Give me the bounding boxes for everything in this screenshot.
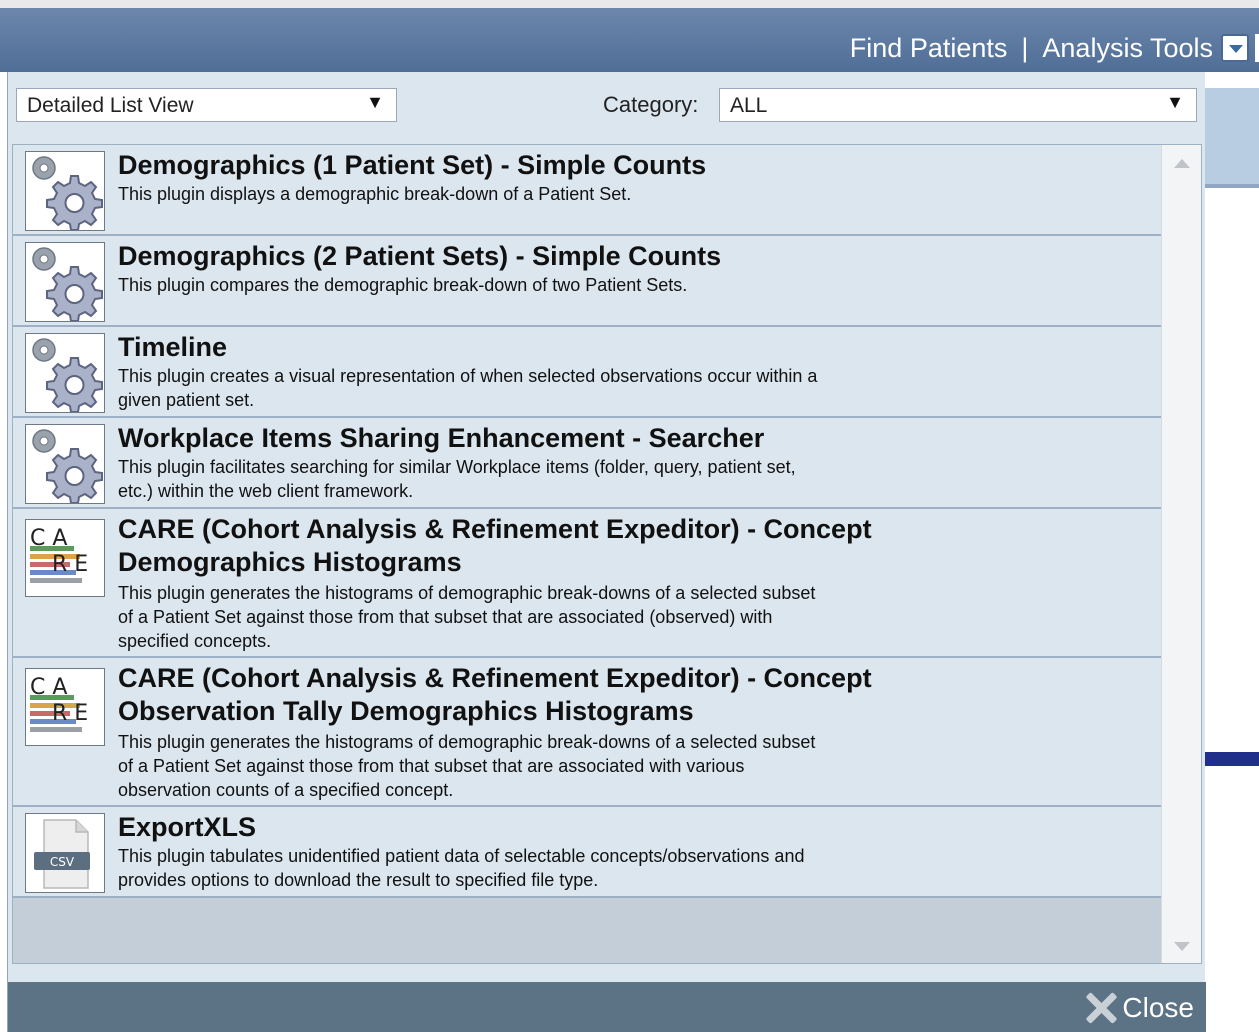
description-line: etc.) within the web client framework.	[118, 481, 414, 501]
analysis-tools-dialog: Detailed List View ▼ Category: ALL ▼ Dem…	[7, 72, 1206, 1032]
title-line: Demographics Histograms	[118, 547, 462, 577]
description-line: This plugin generates the histograms of …	[118, 583, 816, 603]
background-panel	[1205, 88, 1259, 188]
dialog-footer: Close	[8, 982, 1206, 1032]
care-icon-text-bottom: R E	[52, 701, 89, 726]
plugin-description: This plugin generates the histograms of …	[118, 581, 1068, 653]
scroll-down-arrow[interactable]	[1174, 942, 1190, 951]
plugin-item[interactable]: Demographics (1 Patient Set) - Simple Co…	[13, 145, 1161, 236]
plugin-description: This plugin generates the histograms of …	[118, 730, 1068, 802]
plugin-title: Workplace Items Sharing Enhancement - Se…	[118, 423, 765, 453]
chevron-down-icon: ▼	[366, 92, 384, 112]
plugin-item[interactable]: C A R E CARE (Cohort Analysis & Refineme…	[13, 658, 1161, 807]
plugin-title: ExportXLS	[118, 812, 257, 842]
title-line: CARE (Cohort Analysis & Refinement Exped…	[118, 514, 872, 544]
chevron-down-icon[interactable]	[1221, 34, 1249, 62]
description-line: provides options to download the result …	[118, 870, 599, 890]
close-icon	[1084, 991, 1118, 1025]
close-button[interactable]: Close	[1084, 990, 1194, 1026]
category-select[interactable]: ALL ▼	[719, 88, 1197, 122]
description-line: specified concepts.	[118, 631, 272, 651]
plugin-title: Demographics (1 Patient Set) - Simple Co…	[118, 150, 707, 180]
close-label: Close	[1122, 992, 1194, 1023]
gear-icon	[25, 242, 105, 322]
background-bar	[1205, 752, 1259, 766]
description-line: This plugin creates a visual representat…	[118, 366, 818, 386]
list-scrollbar[interactable]	[1161, 145, 1201, 963]
controls-bar: Detailed List View ▼ Category: ALL ▼	[8, 72, 1206, 138]
plugin-title: CARE (Cohort Analysis & Refinement Exped…	[118, 662, 1138, 728]
view-select-value: Detailed List View	[27, 94, 194, 117]
plugin-list-container: Demographics (1 Patient Set) - Simple Co…	[12, 144, 1202, 964]
description-line: observation counts of a specified concep…	[118, 780, 454, 800]
scroll-up-arrow[interactable]	[1174, 159, 1190, 168]
plugin-description: This plugin compares the demographic bre…	[118, 273, 1068, 297]
plugin-title: Demographics (2 Patient Sets) - Simple C…	[118, 241, 722, 271]
category-label: Category:	[603, 92, 699, 117]
top-nav: Find Patients | Analysis Tools	[850, 16, 1259, 80]
gear-icon	[25, 333, 105, 413]
plugin-title: Timeline	[118, 332, 228, 362]
care-icon: C A R E	[25, 519, 105, 597]
csv-icon: CSV	[25, 813, 105, 893]
plugin-description: This plugin creates a visual representat…	[118, 364, 1068, 412]
description-line: This plugin facilitates searching for si…	[118, 457, 796, 477]
plugin-description: This plugin displays a demographic break…	[118, 182, 1068, 206]
plugin-item[interactable]: C A R E CARE (Cohort Analysis & Refineme…	[13, 509, 1161, 658]
description-line: of a Patient Set against those from that…	[118, 607, 773, 627]
care-icon-text-bottom: R E	[52, 552, 89, 577]
category-select-value: ALL	[730, 94, 768, 117]
plugin-description: This plugin tabulates unidentified patie…	[118, 844, 1068, 892]
plugin-title: CARE (Cohort Analysis & Refinement Exped…	[118, 513, 1138, 579]
plugin-item[interactable]: Demographics (2 Patient Sets) - Simple C…	[13, 236, 1161, 327]
plugin-item[interactable]: CSV ExportXLS This plugin tabulates unid…	[13, 807, 1161, 898]
title-line: Observation Tally Demographics Histogram…	[118, 696, 694, 726]
description-line: This plugin tabulates unidentified patie…	[118, 846, 805, 866]
gear-icon	[25, 424, 105, 504]
care-icon-text-top: C A	[30, 675, 68, 700]
chevron-down-icon: ▼	[1166, 92, 1184, 112]
care-icon: C A R E	[25, 668, 105, 746]
description-line: of a Patient Set against those from that…	[118, 756, 745, 776]
plugin-item[interactable]: Timeline This plugin creates a visual re…	[13, 327, 1161, 418]
plugin-item[interactable]: Workplace Items Sharing Enhancement - Se…	[13, 418, 1161, 509]
description-line: This plugin generates the histograms of …	[118, 732, 816, 752]
description-line: given patient set.	[118, 390, 255, 410]
description-line: This plugin compares the demographic bre…	[118, 275, 688, 295]
analysis-tools-link[interactable]: Analysis Tools	[1042, 33, 1213, 64]
plugin-description: This plugin facilitates searching for si…	[118, 455, 1068, 503]
description-line: This plugin displays a demographic break…	[118, 184, 632, 204]
nav-edge	[1255, 34, 1259, 62]
care-icon-text-top: C A	[30, 526, 68, 551]
top-nav-bar: Find Patients | Analysis Tools	[0, 0, 1259, 72]
csv-icon-label: CSV	[50, 855, 75, 869]
plugin-list: Demographics (1 Patient Set) - Simple Co…	[13, 145, 1161, 963]
view-select[interactable]: Detailed List View ▼	[16, 88, 397, 122]
nav-separator: |	[1021, 32, 1029, 63]
gear-icon	[25, 151, 105, 231]
find-patients-link[interactable]: Find Patients	[850, 33, 1008, 64]
title-line: CARE (Cohort Analysis & Refinement Exped…	[118, 663, 872, 693]
